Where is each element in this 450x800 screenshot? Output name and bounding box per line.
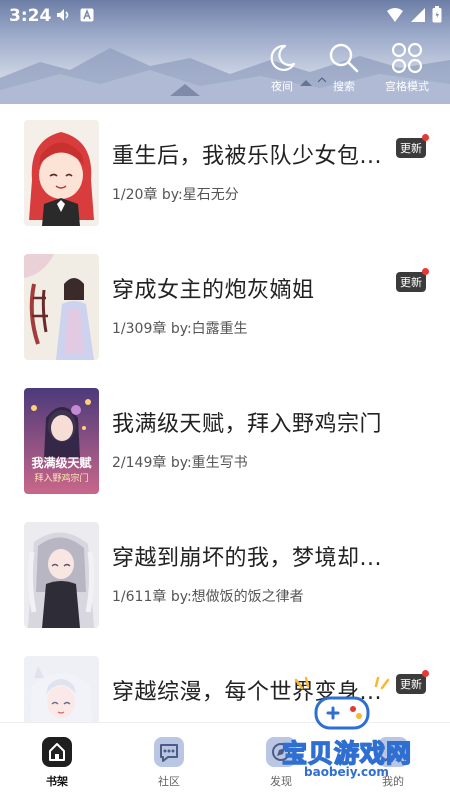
book-item[interactable]: 重生后，我被乐队少女包... 1/20章 by:星石无分 更新: [0, 104, 450, 226]
book-meta: 1/309章 by:白露重生: [112, 318, 248, 338]
book-item[interactable]: 穿越到崩坏的我，梦境却... 1/611章 by:想做饭的饭之律者: [0, 506, 450, 628]
book-item[interactable]: 穿成女主的炮灰嫡姐 1/309章 by:白露重生 更新: [0, 238, 450, 360]
app-header: 3:24 夜间 搜索 宫格模式: [0, 0, 450, 104]
book-title: 重生后，我被乐队少女包...: [112, 144, 382, 169]
cover-title-line1: 我满级天赋: [31, 456, 92, 470]
search-label: 搜索: [333, 80, 355, 93]
watermark-url: baobeiy.com: [304, 765, 389, 779]
search-button[interactable]: 搜索: [320, 42, 368, 94]
grid-icon: [391, 42, 423, 74]
signal-icon: [411, 7, 425, 22]
status-time: 3:24: [9, 6, 52, 26]
app-notification-icon: [80, 8, 94, 22]
night-mode-label: 夜间: [271, 80, 293, 93]
book-item[interactable]: 我满级天赋 拜入野鸡宗门 我满级天赋，拜入野鸡宗门 2/149章 by:重生写书: [0, 372, 450, 494]
update-dot: [422, 268, 429, 275]
book-title: 穿成女主的炮灰嫡姐: [112, 278, 315, 303]
book-author: by:重生写书: [170, 455, 248, 471]
update-badge-label: 更新: [400, 276, 422, 289]
book-cover: [24, 120, 99, 226]
book-meta: 1/20章 by:星石无分: [112, 184, 239, 204]
update-badge-label: 更新: [400, 142, 422, 155]
gamepad-logo-icon: [294, 676, 390, 730]
grid-mode-label: 宫格模式: [385, 80, 429, 93]
nav-label-community: 社区: [158, 775, 180, 788]
battery-icon: [432, 6, 442, 23]
header-actions: 夜间 搜索 宫格模式: [258, 42, 432, 94]
night-mode-button[interactable]: 夜间: [258, 42, 306, 94]
update-badge: 更新: [396, 268, 429, 292]
update-dot: [422, 670, 429, 677]
volume-icon: [57, 9, 69, 21]
nav-item-bookshelf[interactable]: 书架: [29, 735, 85, 789]
book-cover: [24, 254, 99, 360]
cover-title-line2: 拜入野鸡宗门: [34, 474, 89, 484]
book-chapter-progress: 2/149章: [112, 455, 167, 471]
chat-icon: [154, 737, 184, 767]
book-title: 我满级天赋，拜入野鸡宗门: [112, 412, 383, 437]
book-author: by:星石无分: [161, 187, 239, 203]
book-chapter-progress: 1/20章: [112, 187, 158, 203]
book-cover: [24, 522, 99, 628]
nav-item-community[interactable]: 社区: [141, 735, 197, 789]
book-chapter-progress: 1/309章: [112, 321, 167, 337]
update-badge: 更新: [396, 134, 429, 158]
moon-icon: [270, 44, 296, 71]
nav-label-bookshelf: 书架: [46, 775, 68, 788]
book-meta: 1/611章 by:想做饭的饭之律者: [112, 586, 304, 606]
update-dot: [422, 134, 429, 141]
wifi-icon: [387, 7, 403, 22]
book-chapter-progress: 1/611章: [112, 589, 167, 605]
cover-title-overlay: 我满级天赋 拜入野鸡宗门: [24, 454, 99, 484]
book-author: by:想做饭的饭之律者: [170, 589, 304, 605]
book-title: 穿越到崩坏的我，梦境却...: [112, 546, 382, 571]
site-watermark: 宝贝游戏网 baobeiy.com: [262, 676, 422, 786]
book-meta: 2/149章 by:重生写书: [112, 452, 248, 472]
search-icon: [329, 43, 359, 73]
book-author: by:白露重生: [170, 321, 248, 337]
grid-mode-button[interactable]: 宫格模式: [382, 42, 432, 94]
status-bar: 3:24: [0, 0, 450, 30]
bookshelf-icon: [42, 737, 72, 767]
book-cover: 我满级天赋 拜入野鸡宗门: [24, 388, 99, 494]
